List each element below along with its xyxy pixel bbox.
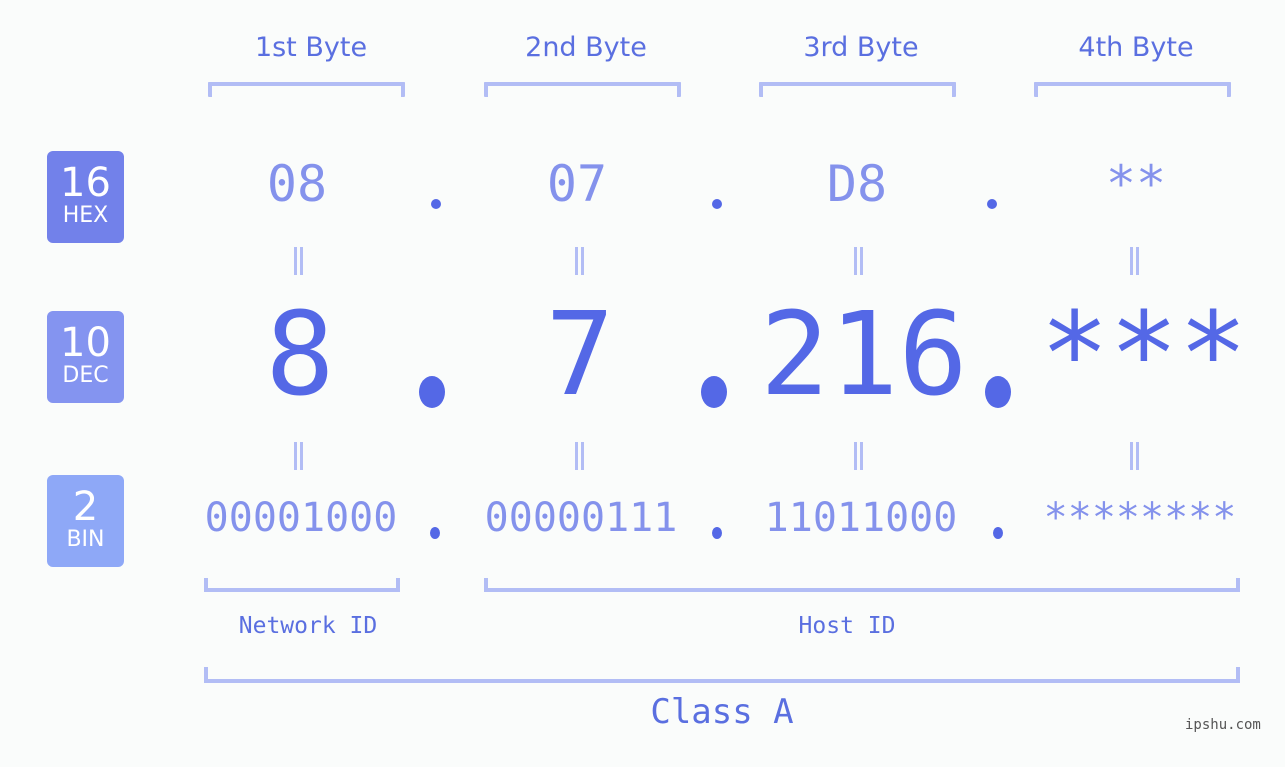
bin-badge-unit: BIN xyxy=(66,527,105,552)
byte-header-3: 3rd Byte xyxy=(803,32,919,63)
hex-badge-unit: HEX xyxy=(62,203,109,228)
hex-badge-number: 16 xyxy=(60,160,111,206)
network-id-label: Network ID xyxy=(238,613,378,639)
hex-value-1: 08 xyxy=(266,155,328,213)
dec-separator-dot xyxy=(985,376,1011,408)
byte-bracket-1 xyxy=(208,82,405,97)
equals-icon xyxy=(572,247,586,275)
bin-badge-number: 2 xyxy=(72,484,99,530)
hex-value-3: D8 xyxy=(826,155,888,213)
byte-header-1: 1st Byte xyxy=(254,32,368,63)
network-id-bracket xyxy=(204,578,400,592)
bin-value-3: 11011000 xyxy=(764,495,958,541)
bin-value-1: 00001000 xyxy=(204,495,398,541)
dec-value-3: 216 xyxy=(760,288,968,422)
dec-separator-dot xyxy=(701,376,727,408)
dec-value-4: *** xyxy=(1040,288,1248,422)
equals-icon xyxy=(851,247,865,275)
equals-icon xyxy=(1127,442,1141,470)
hex-value-4: ** xyxy=(1105,155,1167,213)
hex-value-2: 07 xyxy=(546,155,608,213)
bin-value-4: ******** xyxy=(1043,495,1237,541)
bin-value-2: 00000111 xyxy=(484,495,678,541)
class-bracket xyxy=(204,667,1240,683)
equals-icon xyxy=(572,442,586,470)
byte-header-2: 2nd Byte xyxy=(525,32,647,63)
equals-icon xyxy=(291,247,305,275)
bin-separator-dot xyxy=(430,527,440,539)
byte-bracket-2 xyxy=(484,82,681,97)
byte-bracket-3 xyxy=(759,82,956,97)
equals-icon xyxy=(1127,247,1141,275)
bin-badge: 2 BIN xyxy=(47,475,124,567)
dec-badge-number: 10 xyxy=(60,320,111,366)
hex-separator-dot xyxy=(987,199,997,209)
byte-header-4: 4th Byte xyxy=(1078,32,1194,63)
dec-value-1: 8 xyxy=(265,288,335,422)
dec-badge-unit: DEC xyxy=(62,363,109,388)
class-label: Class A xyxy=(650,692,794,732)
dec-value-2: 7 xyxy=(545,288,615,422)
byte-bracket-4 xyxy=(1034,82,1231,97)
watermark: ipshu.com xyxy=(1185,717,1261,733)
hex-separator-dot xyxy=(712,199,722,209)
equals-icon xyxy=(851,442,865,470)
hex-separator-dot xyxy=(431,199,441,209)
equals-icon xyxy=(291,442,305,470)
dec-badge: 10 DEC xyxy=(47,311,124,403)
dec-separator-dot xyxy=(419,376,445,408)
host-id-bracket xyxy=(484,578,1240,592)
bin-separator-dot xyxy=(712,527,722,539)
hex-badge: 16 HEX xyxy=(47,151,124,243)
bin-separator-dot xyxy=(993,527,1003,539)
host-id-label: Host ID xyxy=(798,613,896,639)
